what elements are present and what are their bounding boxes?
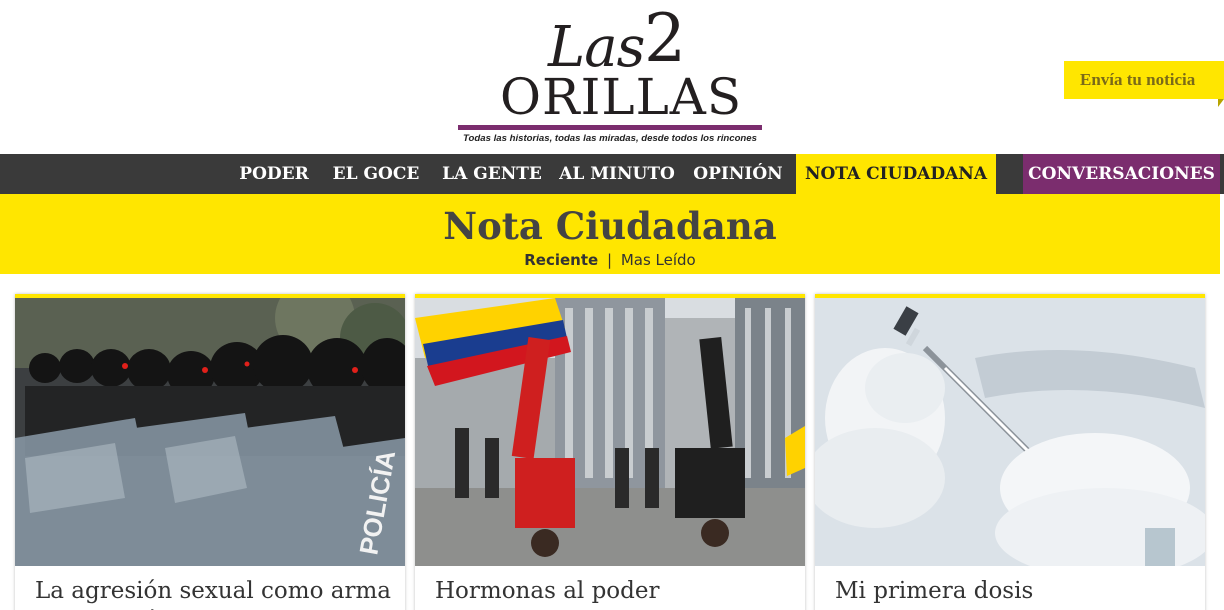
nav-item-al-minuto[interactable]: AL MINUTO <box>554 154 680 194</box>
logo-tagline: Todas las historias, todas las miradas, … <box>463 133 757 144</box>
site-logo[interactable]: Las 2 ORILLAS Todas las historias, todas… <box>458 0 762 148</box>
tab-mas-leido[interactable]: Mas Leído <box>621 251 696 269</box>
article-card[interactable]: Mi primera dosis <box>815 294 1205 610</box>
logo-underline <box>458 125 762 130</box>
article-card[interactable]: POLICÍA La agresión sexual como arma de … <box>15 294 405 610</box>
tab-reciente[interactable]: Reciente <box>524 251 598 269</box>
logo-word-orillas: ORILLAS <box>500 68 743 126</box>
section-title: Nota Ciudadana <box>443 204 777 248</box>
card-title[interactable]: Mi primera dosis <box>835 576 1195 606</box>
vaccine-syringe-photo[interactable] <box>815 298 1205 566</box>
main-nav: PODER EL GOCE LA GENTE AL MINUTO OPINIÓN… <box>0 154 1224 194</box>
section-tabs: Reciente | Mas Leído <box>0 250 1220 270</box>
article-card[interactable]: Hormonas al poder <box>415 294 805 610</box>
send-news-button[interactable]: Envía tu noticia <box>1064 61 1224 99</box>
nav-item-el-goce[interactable]: EL GOCE <box>322 154 430 194</box>
nav-item-conversaciones[interactable]: CONVERSACIONES <box>1023 154 1220 194</box>
card-title[interactable]: Hormonas al poder <box>435 576 795 606</box>
street-protest-photo[interactable] <box>415 298 805 566</box>
nav-item-opinion[interactable]: OPINIÓN <box>680 154 796 194</box>
send-news-button-fold <box>1218 99 1224 107</box>
tab-separator: | <box>606 251 613 269</box>
nav-item-nota-ciudadana[interactable]: NOTA CIUDADANA <box>796 154 996 194</box>
section-banner: Nota Ciudadana Reciente | Mas Leído <box>0 194 1220 274</box>
nav-item-la-gente[interactable]: LA GENTE <box>430 154 554 194</box>
site-header: Las 2 ORILLAS Todas las historias, todas… <box>0 0 1224 154</box>
riot-police-photo[interactable]: POLICÍA <box>15 298 405 566</box>
nav-item-poder[interactable]: PODER <box>226 154 322 194</box>
card-title[interactable]: La agresión sexual como arma de opresión <box>35 576 395 610</box>
logo-number: 2 <box>644 0 686 77</box>
